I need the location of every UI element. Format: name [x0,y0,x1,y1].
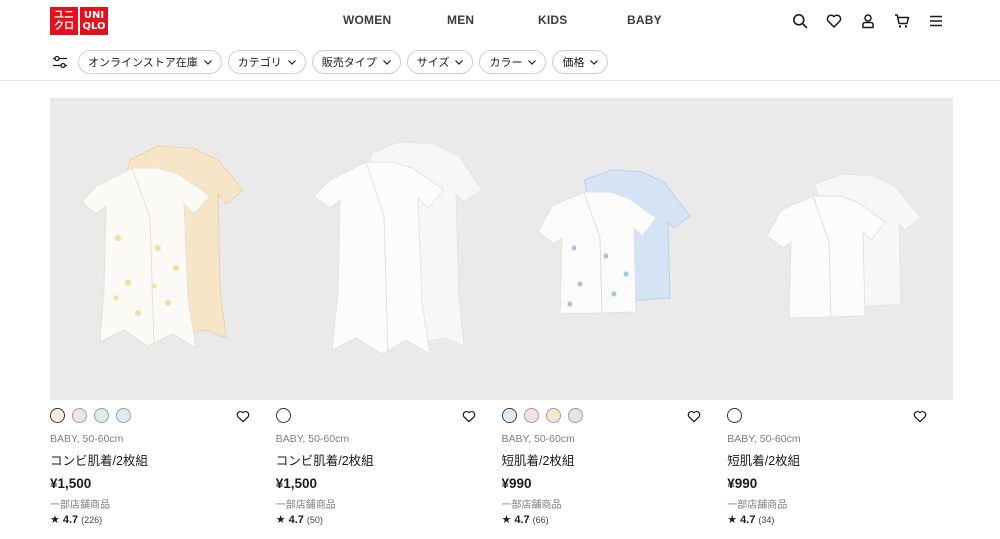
nav-kids[interactable]: KIDS [538,13,567,27]
color-swatch[interactable] [545,408,561,423]
product-image[interactable] [50,98,276,400]
rating-value: 4.7 [514,513,530,526]
product-price: ¥1,500 [275,476,318,491]
color-swatch[interactable] [523,408,539,423]
product-image[interactable] [501,98,728,400]
color-swatch[interactable] [72,408,87,423]
product-rating: ★ 4.7 (50) [275,513,323,527]
product-card[interactable]: BABY, 50-60cm 短肌着/2枚組 ¥990 一部店舗商品 ★ 4.7 … [727,98,953,526]
chip-label: オンラインストア在庫 [88,57,198,69]
product-name[interactable]: コンビ肌着/2枚組 [276,450,374,469]
color-swatches [275,408,291,423]
filter-category[interactable]: カテゴリ [227,50,306,74]
heart-icon[interactable] [826,13,842,29]
color-swatch[interactable] [727,408,743,423]
chip-label: カラー [489,57,523,69]
chevron-down-icon [203,59,212,65]
color-swatches [727,408,743,423]
product-gender-size: BABY, 50-60cm [727,433,801,445]
product-image[interactable] [727,98,953,400]
product-name[interactable]: コンビ肌着/2枚組 [50,450,148,469]
sliders-icon[interactable] [52,55,68,69]
onesie-cream-white-image [81,145,244,349]
color-swatch[interactable] [501,408,517,423]
color-swatches [50,408,131,423]
nav-baby[interactable]: BABY [627,13,662,27]
product-price: ¥1,500 [50,476,92,491]
rating-value: 4.7 [740,513,756,526]
chip-label: 価格 [562,57,585,69]
product-price: ¥990 [727,476,758,491]
color-swatch[interactable] [275,408,291,423]
site-header: ユニ クロ UNI QLO WOMEN MEN KIDS BABY [0,0,1000,44]
product-note: 一部店舗商品 [501,500,562,511]
cart-icon[interactable] [894,13,910,29]
shirt-white-image [766,173,922,319]
product-gender-size: BABY, 50-60cm [50,433,124,445]
product-rating: ★ 4.7 (226) [50,513,103,527]
review-count: (50) [306,514,323,525]
filter-bar: オンラインストア在庫 カテゴリ 販売タイプ サイズ カラー 価格 [0,44,1000,81]
chevron-down-icon [590,59,599,65]
search-icon[interactable] [792,13,808,29]
product-name[interactable]: 短肌着/2枚組 [727,450,800,469]
color-swatch[interactable] [567,408,583,423]
star-icon: ★ [50,514,60,526]
favorite-heart-icon[interactable] [462,410,476,423]
filter-price[interactable]: 価格 [552,50,609,74]
review-count: (226) [81,514,103,525]
star-icon: ★ [727,514,738,526]
star-icon: ★ [501,514,512,526]
favorite-heart-icon[interactable] [687,410,701,423]
product-card[interactable]: BABY, 50-60cm 短肌着/2枚組 ¥990 一部店舗商品 ★ 4.7 … [501,98,728,526]
product-gender-size: BABY, 50-60cm [275,433,350,445]
chevron-down-icon [287,59,296,65]
review-count: (66) [532,514,549,525]
product-gender-size: BABY, 50-60cm [501,433,575,445]
filter-chips: オンラインストア在庫 カテゴリ 販売タイプ サイズ カラー 価格 [78,50,609,74]
product-price: ¥990 [501,476,532,491]
product-name[interactable]: 短肌着/2枚組 [502,450,575,469]
product-note: 一部店舗商品 [275,500,336,511]
nav-men[interactable]: MEN [447,13,474,27]
favorite-heart-icon[interactable] [913,410,927,423]
filter-color[interactable]: カラー [479,50,547,74]
star-icon: ★ [275,514,286,526]
chevron-down-icon [528,59,537,65]
color-swatches [501,408,583,423]
product-note: 一部店舗商品 [727,500,788,511]
chip-label: 販売タイプ [321,57,377,69]
chevron-down-icon [382,59,391,65]
favorite-heart-icon[interactable] [236,410,250,423]
header-icons [792,13,944,29]
user-icon[interactable] [860,13,876,29]
product-image[interactable] [275,98,502,400]
menu-icon[interactable] [928,13,944,29]
filter-size[interactable]: サイズ [406,50,474,74]
color-swatch[interactable] [50,408,65,423]
onesie-white-image [312,141,483,355]
chip-label: サイズ [416,57,450,69]
product-note: 一部店舗商品 [50,500,110,511]
color-swatch[interactable] [116,408,131,423]
product-rating: ★ 4.7 (66) [501,513,549,527]
filter-sales-type[interactable]: 販売タイプ [311,50,401,74]
product-card[interactable]: BABY, 50-60cm コンビ肌着/2枚組 ¥1,500 一部店舗商品 ★ … [50,98,276,526]
nav-women[interactable]: WOMEN [343,13,391,27]
product-card[interactable]: BABY, 50-60cm コンビ肌着/2枚組 ¥1,500 一部店舗商品 ★ … [275,98,502,526]
chevron-down-icon [455,59,464,65]
color-swatch[interactable] [94,408,109,423]
shirt-blue-white-image [536,169,691,315]
filter-online-stock[interactable]: オンラインストア在庫 [78,50,222,74]
product-rating: ★ 4.7 (34) [727,513,775,527]
rating-value: 4.7 [62,513,79,526]
product-grid: BABY, 50-60cm コンビ肌着/2枚組 ¥1,500 一部店舗商品 ★ … [50,98,953,526]
rating-value: 4.7 [288,513,304,526]
chip-label: カテゴリ [237,57,282,69]
review-count: (34) [758,514,775,525]
